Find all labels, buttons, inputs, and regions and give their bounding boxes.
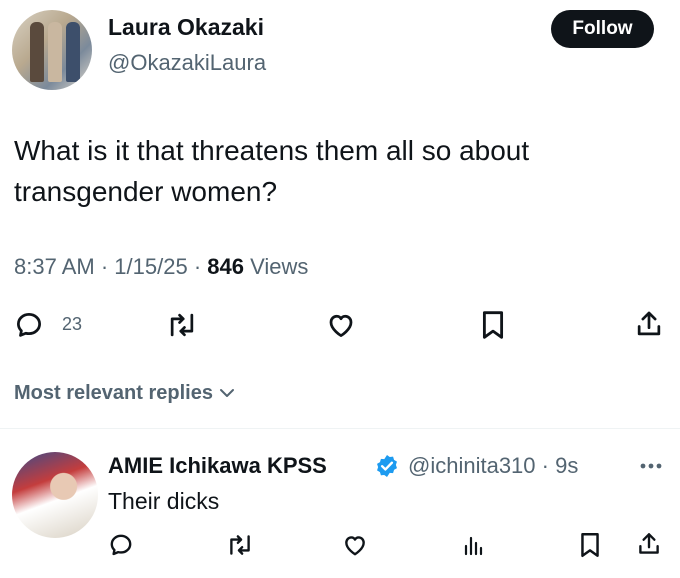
more-icon[interactable] <box>638 456 664 476</box>
divider <box>0 428 680 429</box>
reply-author-handle[interactable]: @ichinita310 <box>408 453 536 478</box>
reply-author-avatar[interactable] <box>12 452 98 538</box>
reply-age[interactable]: 9s <box>555 453 578 478</box>
reply-count: 23 <box>62 314 83 334</box>
chevron-down-icon <box>219 382 235 405</box>
tweet-text: What is it that threatens them all so ab… <box>14 135 530 207</box>
heart-icon[interactable] <box>326 310 356 340</box>
replies-sort-dropdown[interactable]: Most relevant replies <box>14 382 235 405</box>
follow-button[interactable]: Follow <box>551 10 654 48</box>
reply-share-icon[interactable] <box>636 530 662 558</box>
verified-badge-icon <box>374 453 400 479</box>
reply-heart-icon[interactable] <box>342 532 368 558</box>
views-count: 846 <box>207 254 244 279</box>
tweet-date[interactable]: 1/15/25 <box>114 254 187 279</box>
reply-retweet-icon[interactable] <box>226 532 254 558</box>
views-icon[interactable] <box>462 532 486 558</box>
share-icon[interactable] <box>634 308 664 340</box>
replies-sort-label: Most relevant replies <box>14 382 213 404</box>
reply-reply-icon[interactable] <box>108 532 134 558</box>
author-handle[interactable]: @OkazakiLaura <box>108 50 266 76</box>
reply-author-name[interactable]: AMIE Ichikawa KPSS <box>108 453 327 479</box>
tweet-time[interactable]: 8:37 AM <box>14 254 95 279</box>
retweet-icon[interactable] <box>166 310 198 340</box>
views-label: Views <box>250 254 309 279</box>
reply-author-meta: @ichinita310 · 9s <box>408 453 579 478</box>
tweet-meta: 8:37 AM · 1/15/25 · 846 Views <box>14 254 309 279</box>
reply-text: Their dicks <box>108 488 220 514</box>
bookmark-icon[interactable] <box>479 309 507 341</box>
author-avatar[interactable] <box>12 10 92 90</box>
reply-bookmark-icon[interactable] <box>578 531 602 559</box>
author-name[interactable]: Laura Okazaki <box>108 14 264 41</box>
reply-icon[interactable] <box>14 310 44 340</box>
